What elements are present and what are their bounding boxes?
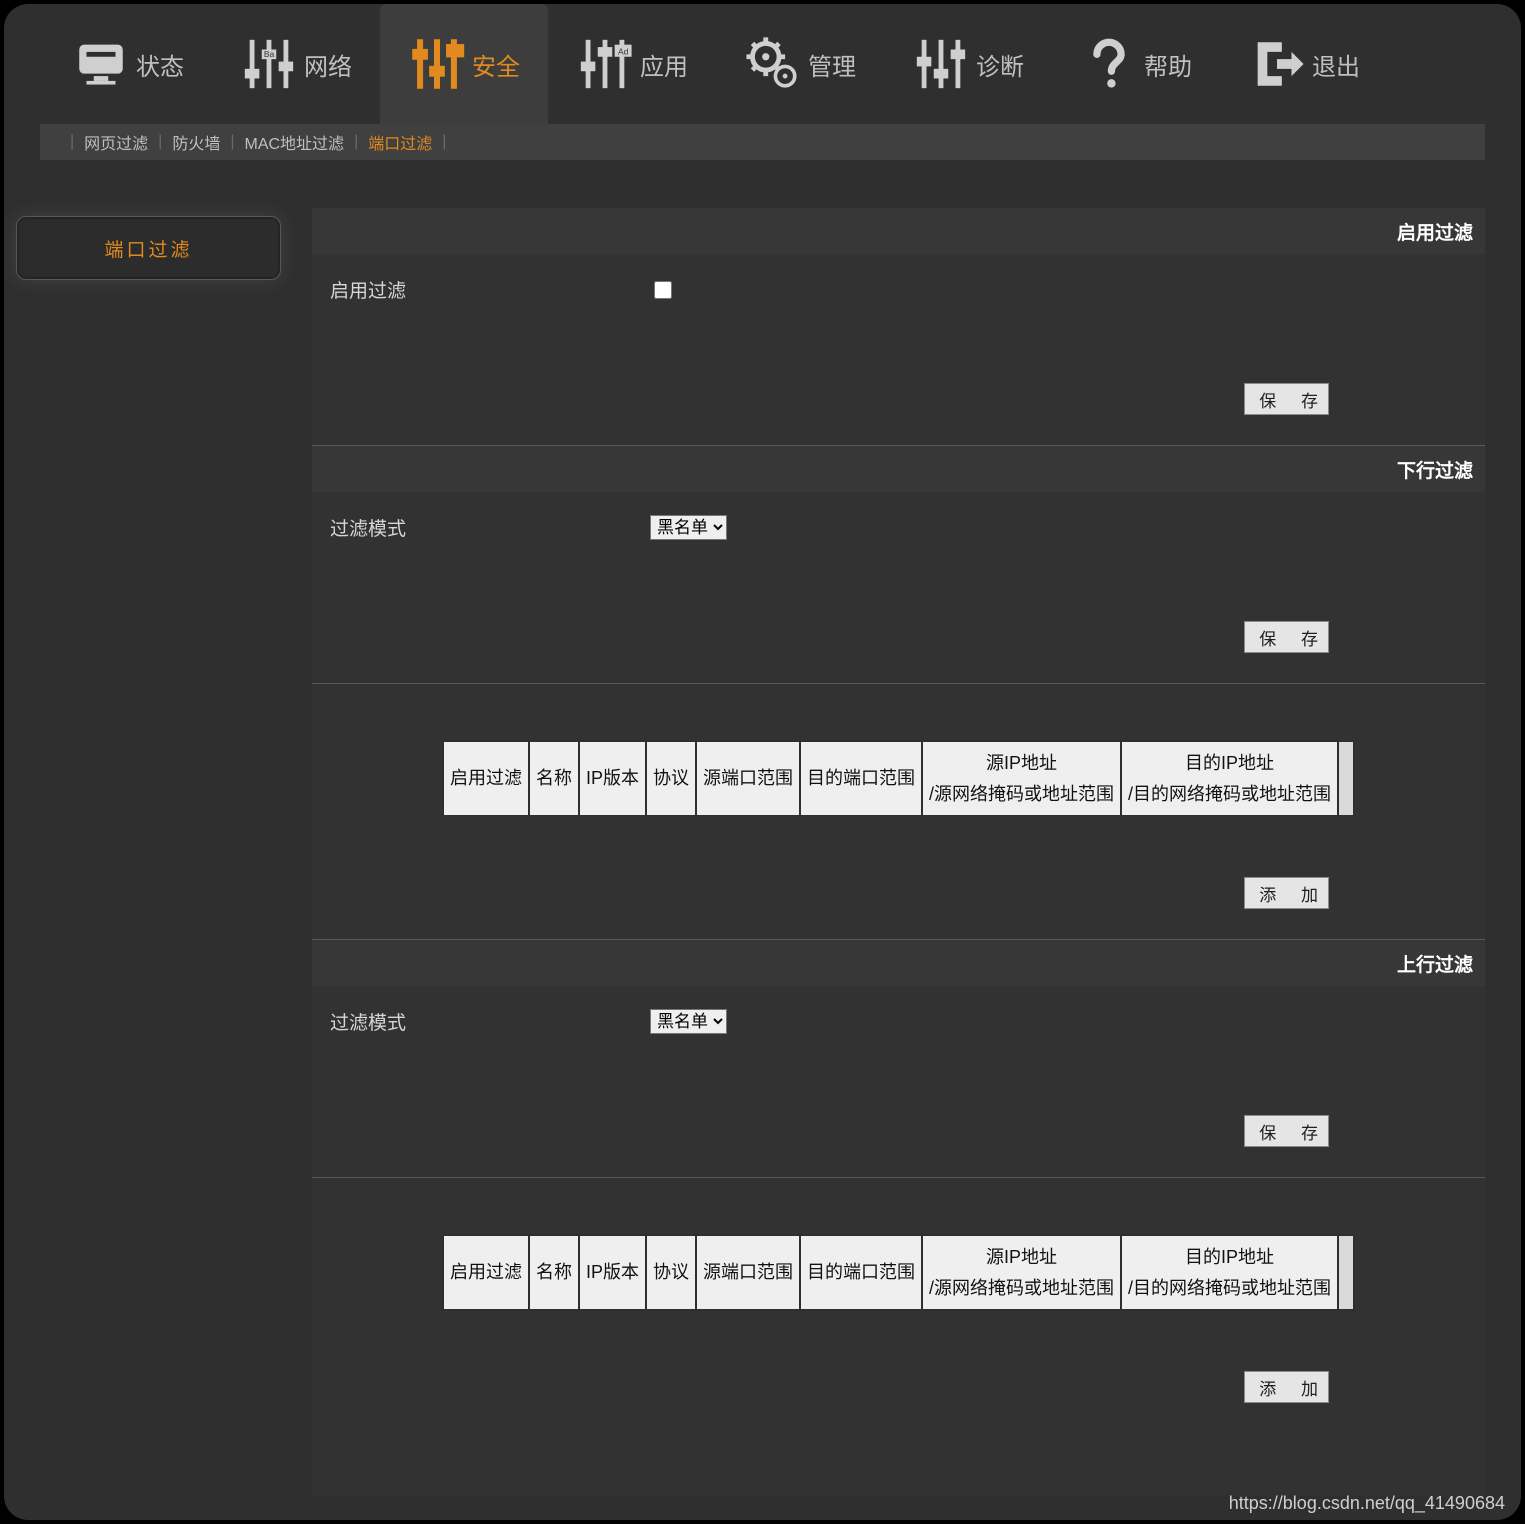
table-scroll-gutter[interactable] — [1338, 741, 1354, 816]
nav-manage[interactable]: 管理 — [716, 4, 884, 124]
side-port-filter[interactable]: 端口过滤 — [16, 216, 281, 280]
col-enable: 启用过滤 — [443, 1235, 529, 1310]
up-mode-select[interactable]: 黑名单 — [650, 1009, 727, 1034]
down-add-button[interactable]: 添 加 — [1244, 877, 1329, 909]
nav-network[interactable]: Ba 网络 — [212, 4, 380, 124]
col-dstport: 目的端口范围 — [800, 741, 922, 816]
section-up-title: 上行过滤 — [312, 940, 1485, 986]
side-panel: 端口过滤 — [12, 208, 312, 1496]
col-proto: 协议 — [646, 741, 696, 816]
col-srcport: 源端口范围 — [696, 1235, 800, 1310]
monitor-icon — [72, 35, 130, 93]
question-icon — [1080, 35, 1138, 93]
section-down-title: 下行过滤 — [312, 446, 1485, 492]
up-add-button[interactable]: 添 加 — [1244, 1371, 1329, 1403]
col-name: 名称 — [529, 741, 579, 816]
col-srcip: 源IP地址/源网络掩码或地址范围 — [922, 1235, 1121, 1310]
sliders-icon: Ba — [240, 35, 298, 93]
table-scroll-gutter[interactable] — [1338, 1235, 1354, 1310]
col-srcip: 源IP地址/源网络掩码或地址范围 — [922, 741, 1121, 816]
subnav-firewall[interactable]: 防火墙 — [172, 130, 220, 154]
nav-app[interactable]: Ad 应用 — [548, 4, 716, 124]
nav-manage-label: 管理 — [808, 47, 856, 82]
enable-filter-checkbox[interactable] — [654, 281, 672, 299]
exit-icon — [1248, 35, 1306, 93]
up-save-button[interactable]: 保 存 — [1244, 1115, 1329, 1147]
up-filter-table: 启用过滤 名称 IP版本 协议 源端口范围 目的端口范围 源IP地址/源网络掩码… — [442, 1234, 1355, 1311]
top-nav: 状态 Ba 网络 Ad 安全 Ad 应用 管理 — [4, 4, 1521, 124]
nav-help[interactable]: 帮助 — [1052, 4, 1220, 124]
nav-help-label: 帮助 — [1144, 47, 1192, 82]
subnav-port-filter[interactable]: 端口过滤 — [368, 130, 432, 154]
nav-app-label: 应用 — [640, 47, 688, 82]
up-mode-label: 过滤模式 — [330, 1008, 650, 1035]
nav-security[interactable]: Ad 安全 — [380, 4, 548, 124]
nav-status-label: 状态 — [136, 47, 184, 82]
svg-text:Ad: Ad — [618, 46, 629, 56]
col-enable: 启用过滤 — [443, 741, 529, 816]
watermark-text: https://blog.csdn.net/qq_41490684 — [1229, 1493, 1505, 1514]
gear-icon — [744, 35, 802, 93]
enable-filter-label: 启用过滤 — [330, 276, 650, 303]
svg-text:Ad: Ad — [450, 46, 461, 56]
nav-diagnose-label: 诊断 — [976, 47, 1024, 82]
enable-save-button[interactable]: 保 存 — [1244, 383, 1329, 415]
down-filter-table: 启用过滤 名称 IP版本 协议 源端口范围 目的端口范围 源IP地址/源网络掩码… — [442, 740, 1355, 817]
nav-security-label: 安全 — [472, 47, 520, 82]
col-proto: 协议 — [646, 1235, 696, 1310]
sliders-ad-icon: Ad — [408, 35, 466, 93]
col-srcport: 源端口范围 — [696, 741, 800, 816]
col-dstip: 目的IP地址/目的网络掩码或地址范围 — [1121, 1235, 1338, 1310]
subnav-mac-filter[interactable]: MAC地址过滤 — [245, 130, 345, 154]
col-dstip: 目的IP地址/目的网络掩码或地址范围 — [1121, 741, 1338, 816]
nav-diagnose[interactable]: 诊断 — [884, 4, 1052, 124]
sub-nav: | 网页过滤 | 防火墙 | MAC地址过滤 | 端口过滤 | — [40, 124, 1485, 160]
col-ipver: IP版本 — [579, 741, 646, 816]
section-enable-title: 启用过滤 — [312, 208, 1485, 254]
down-mode-label: 过滤模式 — [330, 514, 650, 541]
down-mode-select[interactable]: 黑名单 — [650, 515, 727, 540]
sliders-plain-icon — [912, 35, 970, 93]
svg-text:Ba: Ba — [264, 49, 275, 59]
subnav-web-filter[interactable]: 网页过滤 — [84, 130, 148, 154]
nav-network-label: 网络 — [304, 47, 352, 82]
col-dstport: 目的端口范围 — [800, 1235, 922, 1310]
down-save-button[interactable]: 保 存 — [1244, 621, 1329, 653]
sliders-ad2-icon: Ad — [576, 35, 634, 93]
nav-status[interactable]: 状态 — [44, 4, 212, 124]
col-ipver: IP版本 — [579, 1235, 646, 1310]
nav-exit-label: 退出 — [1312, 47, 1360, 82]
col-name: 名称 — [529, 1235, 579, 1310]
main-content: 启用过滤 启用过滤 保 存 下行过滤 过滤模式 黑名单 — [312, 208, 1485, 1496]
nav-exit[interactable]: 退出 — [1220, 4, 1388, 124]
